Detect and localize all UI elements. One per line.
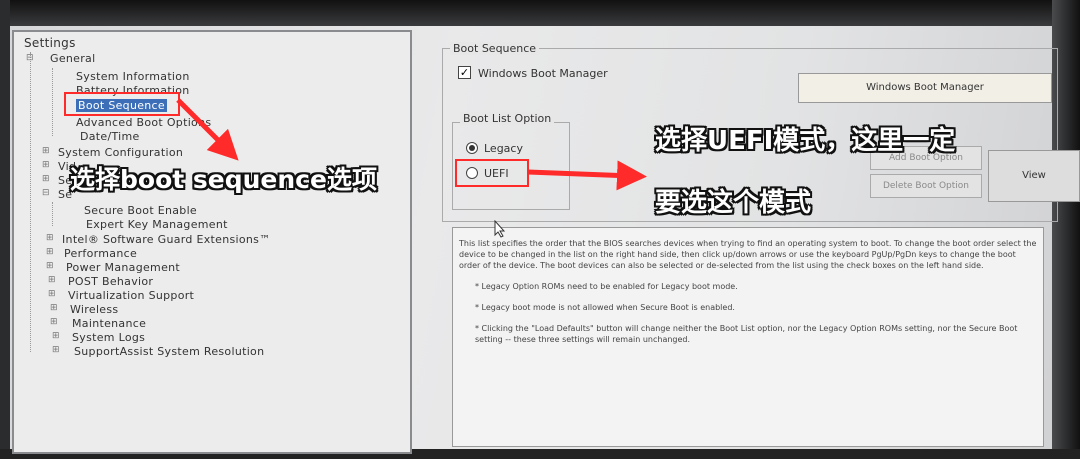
tree-item-expert-key-management[interactable]: Expert Key Management — [86, 218, 228, 231]
highlight-box-uefi — [455, 159, 529, 187]
boot-list-option-title: Boot List Option — [460, 112, 555, 125]
tree-item-system-configuration[interactable]: System Configuration — [58, 146, 183, 159]
windows-boot-manager-checkbox[interactable]: ✓ — [458, 66, 471, 79]
expand-icon[interactable]: ⊞ — [46, 261, 54, 271]
windows-boot-manager-label: Windows Boot Manager — [478, 67, 608, 80]
tree-item-performance[interactable]: Performance — [64, 247, 137, 260]
boot-order-list-item[interactable]: Windows Boot Manager — [798, 73, 1052, 103]
tree-connector — [30, 52, 31, 352]
view-button[interactable]: View — [988, 150, 1080, 202]
annotation-select-uefi-line2: 要选这个模式 — [655, 188, 812, 218]
help-bullet: * Clicking the "Load Defaults" button wi… — [475, 324, 1018, 344]
help-paragraph: This list specifies the order that the B… — [459, 239, 1037, 270]
tree-item-date-time[interactable]: Date/Time — [80, 130, 140, 143]
collapse-icon[interactable]: ⊟ — [42, 188, 50, 198]
tree-item-supportassist[interactable]: SupportAssist System Resolution — [74, 345, 264, 358]
expand-icon[interactable]: ⊞ — [42, 146, 50, 156]
mouse-cursor-icon — [494, 220, 506, 238]
tree-item-system-logs[interactable]: System Logs — [72, 331, 145, 344]
help-description-box: This list specifies the order that the B… — [452, 227, 1044, 447]
legacy-label: Legacy — [484, 142, 523, 155]
expand-icon[interactable]: ⊞ — [52, 331, 60, 341]
expand-icon[interactable]: ⊞ — [42, 160, 50, 170]
expand-icon[interactable]: ⊞ — [46, 247, 54, 257]
boot-sequence-title: Boot Sequence — [450, 42, 540, 55]
tree-item-system-information[interactable]: System Information — [76, 70, 190, 83]
legacy-radio[interactable] — [466, 142, 478, 154]
tree-item-power-management[interactable]: Power Management — [66, 261, 180, 274]
tree-item-virtualization-support[interactable]: Virtualization Support — [68, 289, 194, 302]
tree-item-intel-sgx[interactable]: Intel® Software Guard Extensions™ — [62, 233, 271, 246]
boot-sequence-panel: Boot Sequence ✓ Windows Boot Manager Win… — [438, 40, 1080, 450]
tree-item-advanced-boot-options[interactable]: Advanced Boot Options — [76, 116, 211, 129]
highlight-box-boot-sequence — [64, 92, 180, 116]
tree-item-maintenance[interactable]: Maintenance — [72, 317, 146, 330]
tree-item-wireless[interactable]: Wireless — [70, 303, 118, 316]
expand-icon[interactable]: ⊞ — [52, 345, 60, 355]
expand-icon[interactable]: ⊞ — [46, 233, 54, 243]
expand-icon[interactable]: ⊞ — [48, 289, 56, 299]
help-bullet: * Legacy boot mode is not allowed when S… — [475, 303, 735, 312]
tree-item-secure-boot-enable[interactable]: Secure Boot Enable — [84, 204, 197, 217]
help-bullet: * Legacy Option ROMs need to be enabled … — [475, 282, 738, 291]
expand-icon[interactable]: ⊞ — [50, 317, 58, 327]
annotation-select-uefi-line1: 选择UEFI模式，这里一定 — [655, 126, 956, 156]
tree-connector — [52, 202, 53, 226]
tree-item-post-behavior[interactable]: POST Behavior — [68, 275, 153, 288]
expand-icon[interactable]: ⊞ — [42, 174, 50, 184]
tree-connector — [52, 68, 53, 136]
delete-boot-option-button[interactable]: Delete Boot Option — [870, 174, 982, 198]
tree-item-general[interactable]: General — [50, 52, 95, 65]
expand-icon[interactable]: ⊞ — [50, 303, 58, 313]
annotation-select-boot-sequence: 选择boot sequence选项 — [70, 165, 377, 194]
monitor-bezel-top — [0, 0, 1080, 26]
expand-icon[interactable]: ⊞ — [48, 275, 56, 285]
monitor-bezel-left — [0, 0, 10, 459]
collapse-icon[interactable]: ⊟ — [26, 53, 34, 63]
tree-root: Settings — [24, 36, 76, 50]
